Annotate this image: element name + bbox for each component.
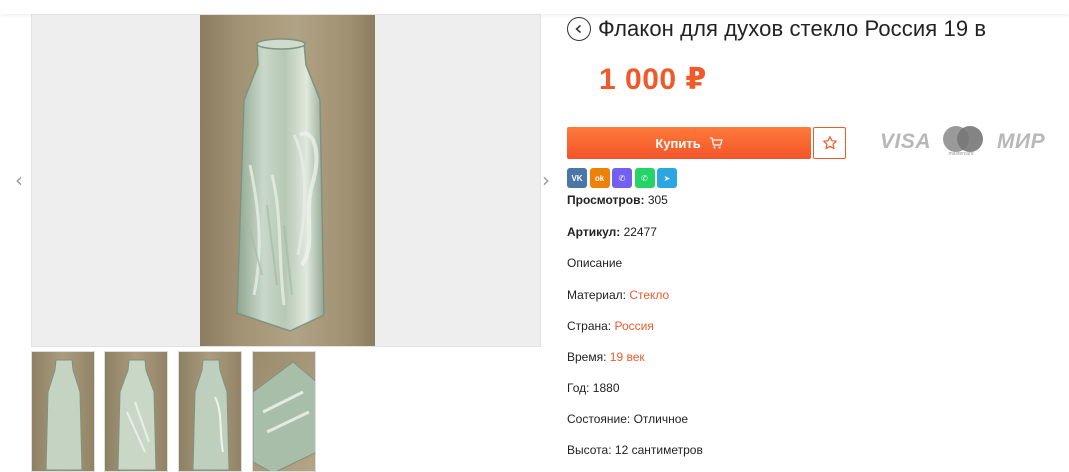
whatsapp-share-icon[interactable]: ✆ <box>634 168 655 188</box>
time-link[interactable]: 19 век <box>610 350 645 364</box>
thumbnail-4[interactable] <box>252 351 316 472</box>
product-price: 1 000 ₽ <box>599 63 707 96</box>
odnoklassniki-share-icon[interactable]: ok <box>589 168 610 188</box>
thumbnail-3[interactable] <box>178 351 242 472</box>
visa-logo: VISA <box>880 130 932 153</box>
cart-icon <box>709 137 723 149</box>
gallery-prev-arrow[interactable]: ‹ <box>15 170 23 190</box>
buy-button[interactable]: Купить <box>567 127 811 159</box>
buy-button-label: Купить <box>655 135 701 151</box>
country-link[interactable]: Россия <box>615 319 654 333</box>
spec-country: Страна: Россия <box>567 319 654 333</box>
description-heading: Описание <box>567 256 623 270</box>
bottle-illustration <box>236 38 325 332</box>
views-count: Просмотров: 305 <box>567 193 668 207</box>
thumbnail-1[interactable] <box>31 351 95 472</box>
product-header: Флакон для духов стекло Россия 19 в <box>567 16 986 42</box>
spec-condition: Состояние: Отличное <box>567 412 689 426</box>
payment-logos: VISA mastercard МИР <box>880 126 1045 158</box>
product-main-image[interactable] <box>31 14 541 347</box>
add-to-favorites-button[interactable] <box>813 127 846 159</box>
material-link[interactable]: Стекло <box>629 288 669 302</box>
gallery-next-arrow[interactable]: › <box>542 170 550 190</box>
mir-logo: МИР <box>997 130 1046 153</box>
telegram-share-icon[interactable]: ➤ <box>657 168 677 188</box>
star-icon <box>822 136 837 150</box>
vk-share-icon[interactable]: VK <box>567 168 587 188</box>
spec-height: Высота: 12 сантиметров <box>567 443 703 457</box>
thumbnail-2[interactable] <box>104 351 168 472</box>
spec-material: Материал: Стекло <box>567 288 670 302</box>
sku: Артикул: 22477 <box>567 225 657 239</box>
spec-year: Год: 1880 <box>567 381 620 395</box>
product-title: Флакон для духов стекло Россия 19 в <box>598 16 987 41</box>
header-bar <box>0 0 1069 14</box>
back-button[interactable] <box>567 17 591 41</box>
share-buttons: VK ok ✆ ✆ ➤ <box>567 168 680 188</box>
spec-time: Время: 19 век <box>567 350 645 364</box>
mastercard-logo: mastercard <box>939 126 984 158</box>
viber-share-icon[interactable]: ✆ <box>612 168 632 188</box>
chevron-left-icon <box>575 24 581 34</box>
